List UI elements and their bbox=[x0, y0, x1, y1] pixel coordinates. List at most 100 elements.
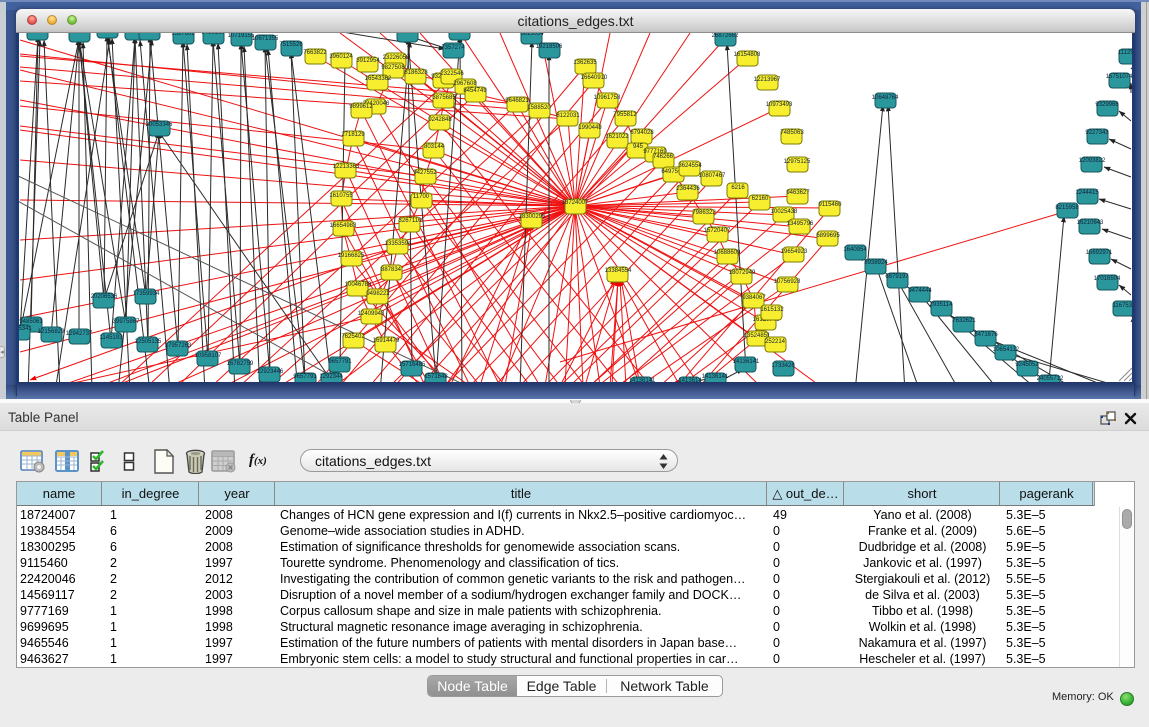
svg-text:9384067: 9384067 bbox=[742, 295, 766, 301]
svg-text:10654112: 10654112 bbox=[993, 347, 1020, 353]
svg-text:1621022: 1621022 bbox=[605, 134, 629, 140]
svg-text:10648764: 10648764 bbox=[872, 95, 899, 101]
svg-text:16543362: 16543362 bbox=[365, 76, 392, 82]
svg-text:1640954: 1640954 bbox=[843, 247, 867, 253]
svg-text:12923446: 12923446 bbox=[257, 369, 284, 375]
svg-text:8938924: 8938924 bbox=[864, 260, 888, 266]
svg-text:1292344: 1292344 bbox=[319, 374, 343, 380]
svg-text:16640910: 16640910 bbox=[581, 75, 608, 81]
svg-text:10756928: 10756928 bbox=[774, 279, 801, 285]
svg-text:6879197: 6879197 bbox=[885, 274, 909, 280]
svg-text:1362635: 1362635 bbox=[573, 60, 597, 66]
svg-text:3875685: 3875685 bbox=[432, 95, 456, 101]
svg-text:8186328: 8186328 bbox=[404, 70, 428, 76]
svg-text:9657791: 9657791 bbox=[293, 374, 317, 380]
svg-text:7955812: 7955812 bbox=[613, 112, 637, 118]
svg-text:62160: 62160 bbox=[752, 196, 769, 202]
svg-text:16782759: 16782759 bbox=[227, 361, 254, 367]
svg-text:12093822: 12093822 bbox=[1079, 158, 1106, 164]
svg-text:252214: 252214 bbox=[765, 339, 786, 345]
svg-text:8215958: 8215958 bbox=[1055, 205, 1079, 211]
svg-text:7986322: 7986322 bbox=[692, 210, 716, 216]
svg-text:7515526: 7515526 bbox=[279, 42, 303, 48]
svg-text:16654983: 16654983 bbox=[330, 223, 357, 229]
svg-text:1527602: 1527602 bbox=[171, 33, 195, 37]
svg-text:6466160: 6466160 bbox=[201, 33, 225, 36]
svg-text:7663822: 7663822 bbox=[303, 50, 327, 56]
svg-text:26872662: 26872662 bbox=[712, 33, 739, 39]
svg-text:15692971: 15692971 bbox=[1086, 250, 1113, 256]
svg-text:10961758: 10961758 bbox=[594, 95, 621, 101]
svg-text:17016504: 17016504 bbox=[1094, 276, 1121, 282]
svg-text:15716485: 15716485 bbox=[399, 362, 426, 368]
svg-text:12213967: 12213967 bbox=[754, 77, 781, 83]
svg-text:12505135: 12505135 bbox=[135, 339, 162, 345]
svg-text:2967608: 2967608 bbox=[453, 81, 477, 87]
svg-text:3912954: 3912954 bbox=[356, 58, 380, 64]
svg-text:7625402: 7625402 bbox=[341, 334, 365, 340]
svg-text:1610755: 1610755 bbox=[329, 193, 353, 199]
svg-text:10973493: 10973493 bbox=[766, 102, 793, 108]
svg-text:887834: 887834 bbox=[381, 267, 402, 273]
svg-text:1615132: 1615132 bbox=[760, 307, 784, 313]
svg-text:10958107: 10958107 bbox=[195, 353, 222, 359]
svg-text:19654923: 19654923 bbox=[781, 249, 808, 255]
svg-text:1990448: 1990448 bbox=[578, 125, 602, 131]
svg-text:9245052: 9245052 bbox=[1015, 362, 1039, 368]
svg-text:20053346: 20053346 bbox=[146, 122, 173, 128]
svg-text:9474444: 9474444 bbox=[908, 288, 932, 294]
svg-text:10025438: 10025438 bbox=[771, 209, 798, 215]
svg-text:9115460: 9115460 bbox=[819, 202, 843, 208]
svg-text:1571648: 1571648 bbox=[424, 374, 448, 380]
svg-text:8471676: 8471676 bbox=[974, 332, 998, 338]
svg-text:13495796: 13495796 bbox=[787, 221, 814, 227]
svg-text:6794028: 6794028 bbox=[630, 130, 654, 136]
svg-text:1733426: 1733426 bbox=[771, 363, 795, 369]
svg-text:19166825: 19166825 bbox=[338, 253, 365, 259]
svg-text:1244415: 1244415 bbox=[1075, 190, 1099, 196]
svg-text:9646821: 9646821 bbox=[505, 98, 529, 104]
svg-text:9827508: 9827508 bbox=[381, 65, 405, 71]
svg-text:746266: 746266 bbox=[653, 154, 674, 160]
svg-text:1112503: 1112503 bbox=[1118, 50, 1132, 56]
svg-text:8454749: 8454749 bbox=[463, 88, 487, 94]
svg-text:15720407: 15720407 bbox=[704, 228, 731, 234]
svg-text:13353594: 13353594 bbox=[385, 241, 412, 247]
svg-text:2718129: 2718129 bbox=[341, 132, 365, 138]
svg-text:3267110: 3267110 bbox=[399, 218, 423, 224]
svg-text:14136141: 14136141 bbox=[702, 374, 729, 380]
svg-text:6899695: 6899695 bbox=[816, 233, 840, 239]
svg-text:3624554: 3624554 bbox=[678, 163, 702, 169]
svg-text:9463627: 9463627 bbox=[786, 190, 810, 196]
svg-text:13384554: 13384554 bbox=[605, 268, 632, 274]
svg-text:10046788: 10046788 bbox=[345, 282, 372, 288]
svg-text:9242848: 9242848 bbox=[428, 117, 452, 123]
svg-text:9498222: 9498222 bbox=[366, 291, 390, 297]
svg-text:19218506: 19218506 bbox=[536, 44, 563, 50]
svg-text:9657791: 9657791 bbox=[328, 359, 352, 365]
svg-text:17957263: 17957263 bbox=[165, 343, 192, 349]
svg-text:18072949: 18072949 bbox=[729, 270, 756, 276]
svg-text:16033809: 16033809 bbox=[395, 33, 422, 34]
svg-text:9899612: 9899612 bbox=[349, 104, 373, 110]
svg-text:12409948: 12409948 bbox=[358, 311, 385, 317]
svg-text:10671355: 10671355 bbox=[252, 36, 279, 42]
svg-text:16154808: 16154808 bbox=[734, 52, 761, 58]
svg-text:16914479: 16914479 bbox=[373, 338, 400, 344]
svg-text:12156829: 12156829 bbox=[38, 329, 65, 335]
svg-text:9227343: 9227343 bbox=[1085, 130, 1109, 136]
svg-text:8122031: 8122031 bbox=[556, 113, 580, 119]
svg-text:12942737: 12942737 bbox=[66, 331, 93, 337]
svg-text:15751074: 15751074 bbox=[1106, 74, 1132, 80]
svg-text:803144: 803144 bbox=[424, 144, 445, 150]
svg-text:7357274: 7357274 bbox=[441, 45, 465, 51]
svg-text:9485061: 9485061 bbox=[19, 319, 43, 325]
svg-text:2322546: 2322546 bbox=[440, 71, 464, 77]
svg-text:1145193: 1145193 bbox=[100, 335, 124, 341]
svg-text:3960124: 3960124 bbox=[329, 54, 353, 60]
svg-text:7485063: 7485063 bbox=[780, 130, 804, 136]
svg-text:20206536: 20206536 bbox=[91, 294, 118, 300]
svg-text:6216: 6216 bbox=[731, 185, 745, 191]
svg-text:9329966: 9329966 bbox=[1095, 102, 1119, 108]
svg-text:14136141: 14136141 bbox=[733, 359, 760, 365]
